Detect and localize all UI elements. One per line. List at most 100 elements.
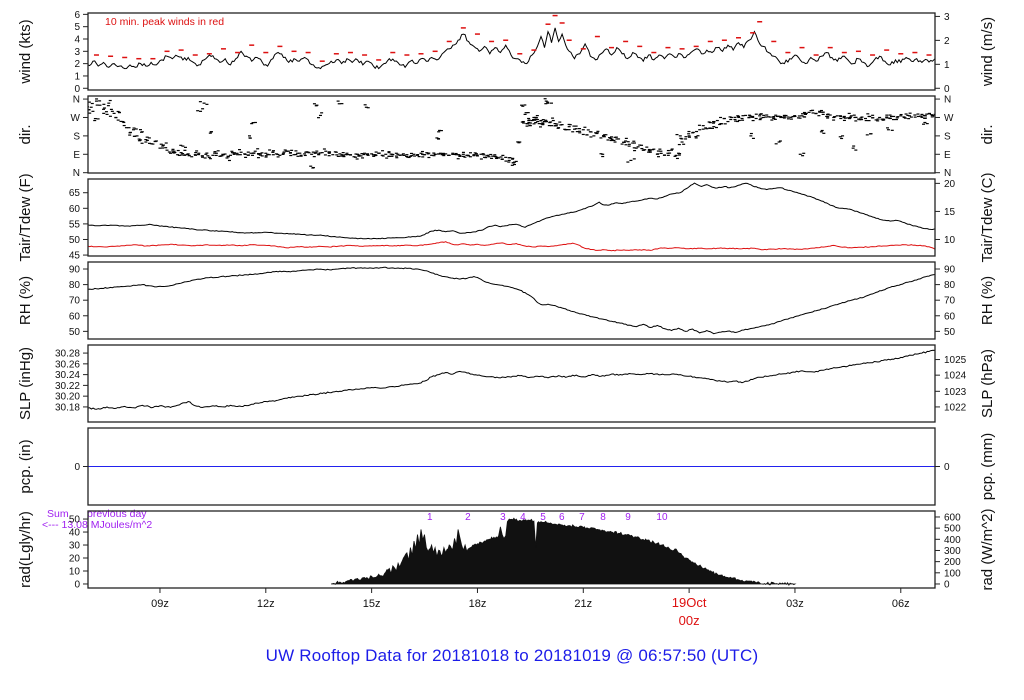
panel-dir-border — [88, 96, 935, 173]
xtick-label-00z: 00z — [679, 613, 700, 628]
xtick-label-06z: 06z — [892, 598, 910, 610]
rad-hour-marker-4: 4 — [520, 512, 526, 523]
ytick-left-label: 45 — [69, 251, 81, 262]
ytick-left-label: 65 — [69, 188, 81, 199]
xtick-label-19Oct: 19Oct — [672, 595, 707, 610]
ytick-left-label: 60 — [69, 204, 81, 215]
ytick-right-label: 500 — [944, 524, 961, 535]
ylabel-left-rad: rad(Lgly/hr) — [17, 511, 34, 588]
ytick-right-label: 2 — [944, 36, 950, 47]
ytick-left-label: 55 — [69, 219, 81, 230]
panel-rh-border — [88, 262, 935, 339]
ytick-right-label: E — [944, 150, 951, 161]
ytick-right-label: 0 — [944, 579, 950, 590]
panel-pcp: 0 0 pcp. (in) pcp. (mm) — [17, 428, 996, 505]
panel-slp-plot-area — [88, 350, 935, 409]
ytick-left-label: 30.28 — [55, 349, 80, 360]
ytick-right-label: 1023 — [944, 387, 967, 398]
ytick-left-label: N — [73, 95, 80, 106]
ytick-right-label: 60 — [944, 311, 956, 322]
panel-rh-plot-area — [88, 267, 935, 333]
ytick-left-label: 20 — [69, 554, 81, 565]
panel-slp-border — [88, 345, 935, 422]
ytick-right-label: N — [944, 95, 951, 106]
ylabel-left-wind: wind (kts) — [17, 19, 34, 84]
ytick-right-label: 400 — [944, 535, 961, 546]
ytick-right-label: 100 — [944, 568, 961, 579]
ytick-left-label: 5 — [74, 22, 80, 33]
ytick-left-label: 6 — [74, 10, 80, 21]
series-solar-radiation — [331, 518, 795, 585]
ytick-right-label: 80 — [944, 280, 956, 291]
ytick-right-label: S — [944, 131, 951, 142]
series-tair — [88, 183, 935, 239]
ytick-right-label: 10 — [944, 235, 956, 246]
xtick-label-18z: 18z — [469, 598, 487, 610]
ylabel-left-tair-tdew: Tair/Tdew (F) — [17, 173, 34, 261]
ytick-right-label: 15 — [944, 207, 956, 218]
ylabel-left-pcp: pcp. (in) — [17, 439, 34, 493]
ylabel-right-dir: dir. — [979, 124, 996, 144]
ylabel-left-dir: dir. — [17, 124, 34, 144]
page-background: 10 min. peak winds in red01234560123wind… — [0, 0, 1024, 700]
ytick-left-label: E — [73, 150, 80, 161]
ytick-right-label: W — [944, 113, 954, 124]
ytick-left-label: 40 — [69, 528, 81, 539]
ytick-right-label: 70 — [944, 296, 956, 307]
annotation-wind-0: 10 min. peak winds in red — [105, 16, 224, 28]
figure-title: UW Rooftop Data for 20181018 to 20181019… — [0, 646, 1024, 666]
ytick-right-label: 1025 — [944, 355, 967, 366]
rad-hour-marker-9: 9 — [625, 512, 631, 523]
panel-dir-plot-area — [85, 98, 939, 168]
series-wind-speed — [88, 28, 935, 69]
ytick-right-label: 0 — [944, 462, 950, 473]
ytick-left-label: 70 — [69, 296, 81, 307]
xtick-label-09z: 09z — [151, 598, 169, 610]
panel-rad-plot-area — [331, 518, 795, 585]
rad-hour-marker-3: 3 — [500, 512, 506, 523]
rad-hour-marker-1: 1 — [427, 512, 433, 523]
ytick-left-label: 30.20 — [55, 392, 80, 403]
ytick-left-label: 0 — [74, 462, 80, 473]
ytick-right-label: 0 — [944, 84, 950, 95]
ytick-left-label: 30.18 — [55, 402, 80, 413]
panel-wind: 10 min. peak winds in red01234560123wind… — [17, 10, 996, 95]
xtick-label-03z: 03z — [786, 598, 804, 610]
rad-hour-marker-7: 7 — [579, 512, 585, 523]
ylabel-left-slp: SLP (inHg) — [17, 347, 34, 420]
ytick-left-label: N — [73, 168, 80, 179]
ytick-right-label: 50 — [944, 327, 956, 338]
ytick-left-label: 10 — [69, 566, 81, 577]
ytick-left-label: 30 — [69, 541, 81, 552]
series-tdew — [88, 242, 935, 251]
panel-rh: 50607080905060708090RH (%)RH (%) — [17, 262, 996, 339]
xtick-label-15z: 15z — [363, 598, 381, 610]
ytick-right-label: 200 — [944, 557, 961, 568]
annotation-rad-2: <--- 13.08 MJoules/m^2 — [42, 519, 152, 531]
panel-rad: Sumprevious day<--- 13.08 MJoules/m^2123… — [17, 508, 996, 591]
panel-tair-tdew-plot-area — [88, 183, 935, 251]
series-relative-humidity — [88, 267, 935, 333]
ytick-left-label: 60 — [69, 311, 81, 322]
ylabel-right-wind: wind (m/s) — [979, 17, 996, 87]
ytick-right-label: 1022 — [944, 402, 967, 413]
ytick-right-label: 300 — [944, 546, 961, 557]
ytick-right-label: 1024 — [944, 371, 967, 382]
rooftop-multipanel-plot: 10 min. peak winds in red01234560123wind… — [0, 0, 1024, 700]
ytick-left-label: 50 — [69, 515, 81, 526]
rad-hour-marker-2: 2 — [465, 512, 471, 523]
series-wind-direction — [85, 98, 939, 168]
ylabel-right-pcp: pcp. (mm) — [979, 433, 996, 501]
xtick-label-12z: 12z — [257, 598, 275, 610]
ytick-left-label: W — [71, 113, 81, 124]
rad-hour-marker-8: 8 — [600, 512, 606, 523]
ytick-right-label: 20 — [944, 179, 956, 190]
ylabel-right-slp: SLP (hPa) — [979, 349, 996, 418]
ytick-left-label: S — [73, 131, 80, 142]
ytick-left-label: 50 — [69, 235, 81, 246]
ytick-left-label: 4 — [74, 34, 80, 45]
ytick-left-label: 30.24 — [55, 370, 80, 381]
ylabel-right-tair-tdew: Tair/Tdew (C) — [979, 172, 996, 262]
x-axis: 09z12z15z18z21z19Oct00z03z06z — [151, 588, 910, 628]
panel-tair-tdew: 45 50 55 60 65 10 15 20 Tair/Tdew (F) Tair/Tdew (… — [17, 172, 996, 262]
